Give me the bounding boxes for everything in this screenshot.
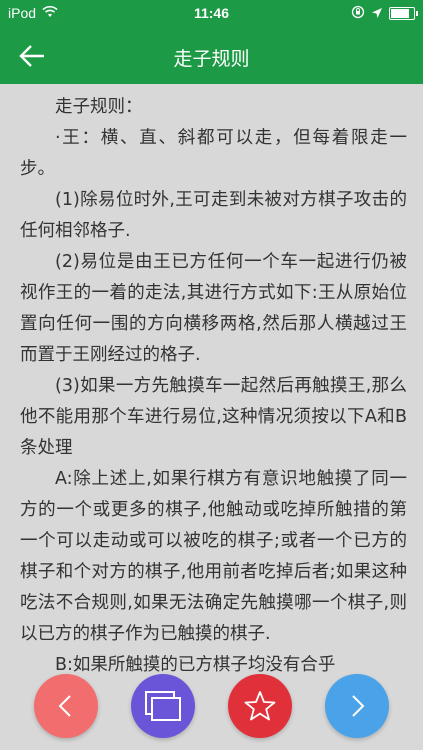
orientation-lock-icon <box>351 5 365 22</box>
status-right <box>351 5 418 22</box>
page-title: 走子规则 <box>173 48 250 70</box>
paragraph: A:除上述上,如果行棋方有意识地触摸了同一方的一个或更多的棋子,他触动或吃掉所触… <box>20 469 407 644</box>
battery-fill <box>391 9 409 18</box>
navigation-bar: 走子规则 <box>0 28 423 84</box>
previous-button[interactable] <box>34 674 98 738</box>
chevron-left-icon <box>58 695 71 717</box>
paragraph: ·王：横、直、斜都可以走，但每着限走一步。 <box>20 128 407 179</box>
chevron-right-icon <box>352 695 365 717</box>
paragraph: (1)除易位时外,王可走到未被对方棋子攻击的任何相邻格子. <box>20 190 407 241</box>
paragraph: (3)如果一方先触摸车一起然后再触摸王,那么他不能用那个车进行易位,这种情况须按… <box>20 376 407 458</box>
status-bar: iPod 11:46 <box>0 0 423 28</box>
windows-icon <box>145 691 181 721</box>
battery-icon <box>389 7 418 20</box>
paragraph: (2)易位是由王已方任何一个车一起进行仍被视作王的一着的走法,其进行方式如下:王… <box>20 252 407 365</box>
star-icon <box>244 691 276 721</box>
paragraph: 走子规则： <box>55 97 143 117</box>
content-area[interactable]: 走子规则： ·王：横、直、斜都可以走，但每着限走一步。 (1)除易位时外,王可走… <box>0 84 423 750</box>
rules-text: 走子规则： ·王：横、直、斜都可以走，但每着限走一步。 (1)除易位时外,王可走… <box>0 84 423 681</box>
favorite-button[interactable] <box>228 674 292 738</box>
location-icon <box>371 6 383 22</box>
next-button[interactable] <box>325 674 389 738</box>
pages-button[interactable] <box>131 674 195 738</box>
